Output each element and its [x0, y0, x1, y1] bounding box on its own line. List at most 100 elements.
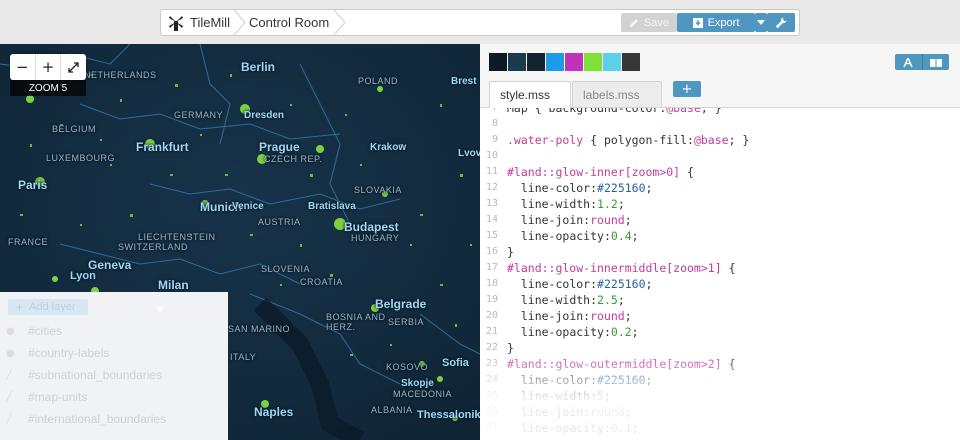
tab-style-mss[interactable]: style.mss	[489, 81, 571, 108]
layer-name: #cities	[28, 324, 63, 338]
color-swatch[interactable]	[527, 53, 545, 71]
code-text: .water-poly { polygon-fill:@base; }	[507, 133, 750, 147]
map-label-city: Skopje	[401, 378, 434, 389]
font-button[interactable]	[895, 54, 923, 70]
code-line[interactable]: 19 line-width:2.5;	[480, 292, 960, 308]
code-line[interactable]: 14 line-join:round;	[480, 212, 960, 228]
code-text: #land::glow-innermiddle[zoom>1] {	[507, 261, 736, 275]
map-label-city: Thessaloniki	[417, 409, 480, 421]
code-line[interactable]: 17 #land::glow-innermiddle[zoom>1] {	[480, 260, 960, 276]
map-label-city: Naples	[254, 405, 294, 419]
code-line[interactable]: 11 #land::glow-inner[zoom>0] {	[480, 164, 960, 180]
layer-name: #map-units	[28, 390, 88, 404]
map-label-country: MACEDONIA	[393, 389, 453, 399]
layer-item[interactable]: ● #cities	[0, 320, 228, 342]
save-button[interactable]: Save	[621, 13, 677, 32]
color-swatch[interactable]	[622, 53, 640, 71]
book-icon	[929, 58, 942, 67]
map-label-city: Krakow	[370, 142, 407, 153]
map-label-city: Sofia	[442, 357, 469, 369]
line-number: 11	[485, 166, 498, 177]
color-swatch[interactable]	[508, 53, 526, 71]
code-line[interactable]: 8	[480, 116, 960, 132]
tab-labels-mss[interactable]: labels.mss	[572, 81, 662, 107]
layer-item[interactable]: ╱ #international_boundaries	[0, 408, 228, 430]
code-text: line-opacity:0.4;	[520, 229, 639, 243]
map-label-country: POLAND	[358, 76, 399, 86]
line-number: 10	[485, 150, 498, 161]
map-label-country: HUNGARY	[351, 233, 400, 243]
line-number: 19	[485, 294, 498, 305]
color-swatch[interactable]	[565, 53, 583, 71]
map-label-country: BOSNIA AND HERZ.	[326, 312, 386, 332]
code-line[interactable]: 12 line-color:#225160;	[480, 180, 960, 196]
download-icon	[692, 17, 703, 28]
line-number: 20	[485, 310, 498, 321]
line-number: 8	[491, 118, 498, 129]
line-number: 12	[485, 182, 498, 193]
color-palette	[489, 53, 641, 71]
save-label: Save	[643, 16, 670, 29]
top-toolbar: TileMill Control Room Save Export	[160, 9, 800, 36]
code-line[interactable]: 15 line-opacity:0.4;	[480, 228, 960, 244]
map-label-country: SAN MARINO	[228, 324, 291, 334]
map-label-city: Belgrade	[375, 297, 427, 311]
windmill-icon	[169, 15, 183, 31]
code-text: line-join:round;	[520, 309, 632, 323]
color-swatch[interactable]	[584, 53, 602, 71]
color-swatch[interactable]	[489, 53, 507, 71]
layer-name: #country-labels	[28, 346, 110, 360]
code-line[interactable]: 21 line-opacity:0.2;	[480, 324, 960, 340]
export-label: Export	[707, 16, 740, 29]
export-dropdown-button[interactable]	[755, 13, 767, 32]
breadcrumb-separator-icon	[333, 10, 346, 35]
map-label-city: Milan	[158, 278, 189, 292]
layer-item[interactable]: ╱ #subnational_boundaries	[0, 364, 228, 386]
add-layer-button[interactable]: + Add layer	[8, 299, 88, 315]
code-fade-overlay	[480, 348, 960, 440]
color-swatch[interactable]	[603, 53, 621, 71]
point-layer-icon: ●	[6, 325, 15, 337]
map-label-city: Frankfurt	[136, 140, 189, 154]
code-text: }	[507, 245, 514, 259]
line-number: 13	[485, 198, 498, 209]
code-line[interactable]: 7 Map { background-color:@base; }	[480, 107, 960, 116]
code-line[interactable]: 20 line-join:round;	[480, 308, 960, 324]
line-number: 21	[485, 326, 498, 337]
map-label-country: SLOVAKIA	[354, 185, 402, 195]
map-label-country: LIECHTENSTEIN	[138, 232, 216, 242]
zoom-out-button[interactable]: −	[10, 54, 36, 80]
breadcrumb-app[interactable]: TileMill	[167, 10, 230, 35]
code-line[interactable]: 10	[480, 148, 960, 164]
line-number: 15	[485, 230, 498, 241]
line-number: 17	[485, 262, 498, 273]
code-line[interactable]: 9 .water-poly { polygon-fill:@base; }	[480, 132, 960, 148]
breadcrumb-project[interactable]: Control Room	[249, 10, 329, 35]
code-text: #land::glow-inner[zoom>0] {	[507, 165, 694, 179]
add-stylesheet-button[interactable]: +	[673, 81, 701, 97]
font-icon	[903, 57, 913, 67]
code-text: Map { background-color:@base; }	[507, 107, 722, 115]
export-button[interactable]: Export	[677, 13, 755, 32]
map-label-city: Prague	[259, 140, 300, 154]
map-label-city: Brest	[451, 76, 477, 87]
line-number: 9	[491, 134, 498, 145]
code-line[interactable]: 18 line-color:#225160;	[480, 276, 960, 292]
map-label-country: KOSOVO	[386, 362, 429, 372]
docs-button[interactable]	[922, 54, 949, 70]
stylesheet-editor: style.mss labels.mss + 7 Map { background…	[480, 44, 960, 440]
code-line[interactable]: 16}	[480, 244, 960, 260]
layer-item[interactable]: ● #country-labels	[0, 342, 228, 364]
line-number: 16	[485, 246, 498, 257]
layer-item[interactable]: ╱ #map-units	[0, 386, 228, 408]
color-swatch[interactable]	[546, 53, 564, 71]
line-number: 18	[485, 278, 498, 289]
breadcrumb-separator-icon	[233, 10, 246, 35]
zoom-in-button[interactable]: +	[36, 54, 62, 80]
code-editor[interactable]: 7 Map { background-color:@base; } 8 9 .water…	[480, 107, 960, 440]
code-line[interactable]: 13 line-width:1.2;	[480, 196, 960, 212]
settings-button[interactable]	[767, 13, 795, 32]
map-view[interactable]: Berlin Frankfurt Prague Dresden Krakow P…	[0, 44, 480, 440]
fullscreen-button[interactable]	[61, 54, 86, 80]
map-label-city: Paris	[18, 178, 48, 192]
